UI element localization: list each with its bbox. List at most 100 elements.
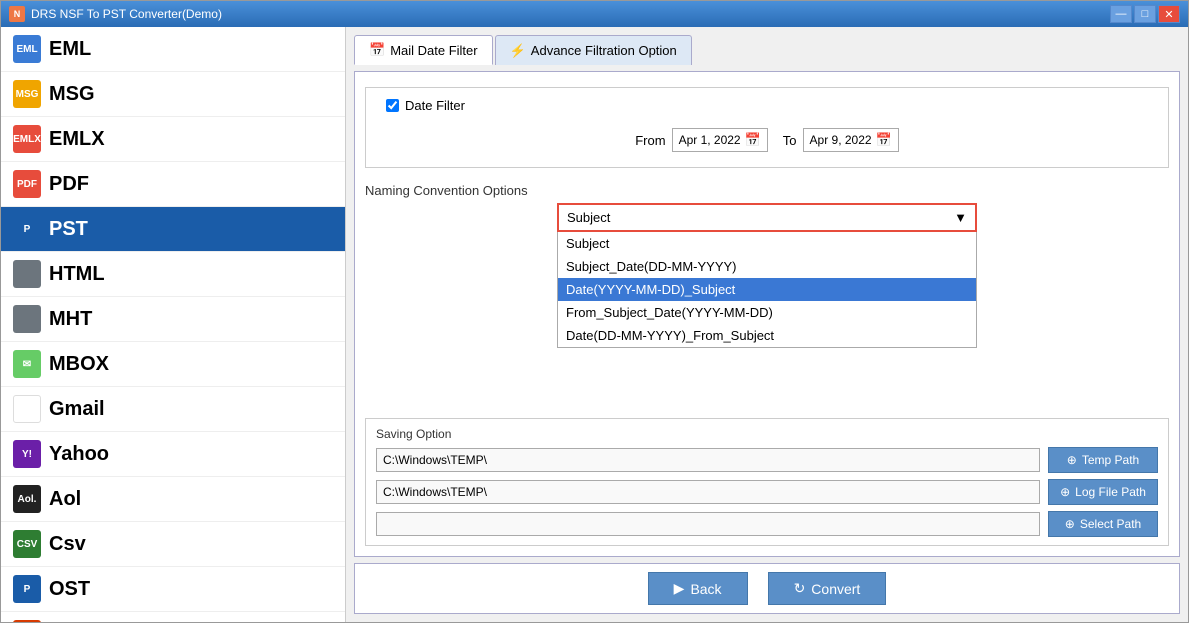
log-file-path-icon: ⊕: [1060, 485, 1070, 499]
to-calendar-icon[interactable]: 📅: [876, 132, 892, 148]
sidebar-label-mbox: MBOX: [49, 353, 109, 376]
saving-option-label: Saving Option: [376, 427, 1158, 441]
naming-dropdown-list: SubjectSubject_Date(DD-MM-YYYY)Date(YYYY…: [557, 232, 977, 348]
sidebar-item-mht[interactable]: MHT: [1, 297, 345, 342]
sidebar-item-pdf[interactable]: PDF PDF: [1, 162, 345, 207]
right-panel: 📅 Mail Date Filter ⚡ Advance Filtration Opt…: [346, 27, 1188, 622]
naming-option-Date-YYYY-MM-DD--Subject[interactable]: Date(YYYY-MM-DD)_Subject: [558, 278, 976, 301]
advance-filtration-tab-label: Advance Filtration Option: [531, 43, 677, 58]
naming-option-Subject[interactable]: Subject: [558, 232, 976, 255]
select-path-button[interactable]: ⊕ Select Path: [1048, 511, 1158, 537]
log-file-path-button[interactable]: ⊕ Log File Path: [1048, 479, 1158, 505]
sidebar-item-msg[interactable]: MSG MSG: [1, 72, 345, 117]
mbox-icon: ✉: [13, 350, 41, 378]
tab-mail-date-filter[interactable]: 📅 Mail Date Filter: [354, 35, 493, 65]
sidebar-label-pdf: PDF: [49, 173, 89, 196]
convert-icon: ↻: [794, 580, 806, 597]
temp-path-label: Temp Path: [1082, 453, 1139, 467]
naming-dropdown-wrapper: Subject ▼ SubjectSubject_Date(DD-MM-YYYY…: [557, 203, 977, 232]
saving-row-3: ⊕ Select Path: [376, 511, 1158, 537]
sidebar-item-mbox[interactable]: ✉ MBOX: [1, 342, 345, 387]
sidebar-label-eml: EML: [49, 38, 91, 61]
from-date-value: Apr 1, 2022: [679, 133, 741, 147]
sidebar-label-html: HTML: [49, 263, 105, 286]
sidebar-item-ost[interactable]: P OST: [1, 567, 345, 612]
back-label: Back: [690, 581, 721, 597]
mail-date-filter-tab-label: Mail Date Filter: [390, 43, 477, 58]
sidebar-item-gmail[interactable]: G Gmail: [1, 387, 345, 432]
pdf-icon: PDF: [13, 170, 41, 198]
date-row: From Apr 1, 2022 📅 To Apr 9, 2022 📅: [386, 128, 1148, 152]
sidebar-label-mht: MHT: [49, 308, 92, 331]
sidebar-label-aol: Aol: [49, 488, 81, 511]
naming-option-Subject-Date-DD-MM-YYYY-[interactable]: Subject_Date(DD-MM-YYYY): [558, 255, 976, 278]
bottom-bar: ▶ Back ↻ Convert: [354, 563, 1180, 614]
mht-icon: [13, 305, 41, 333]
naming-selected-value: Subject: [567, 210, 610, 225]
sidebar-item-yahoo[interactable]: Y! Yahoo: [1, 432, 345, 477]
msg-icon: MSG: [13, 80, 41, 108]
sidebar-item-aol[interactable]: Aol. Aol: [1, 477, 345, 522]
sidebar-label-gmail: Gmail: [49, 398, 105, 421]
saving-row-1: ⊕ Temp Path: [376, 447, 1158, 473]
naming-option-From-Subject-Date-YYYY-MM-DD-[interactable]: From_Subject_Date(YYYY-MM-DD): [558, 301, 976, 324]
sidebar-item-csv[interactable]: CSV Csv: [1, 522, 345, 567]
sidebar-label-csv: Csv: [49, 533, 86, 556]
to-label: To: [783, 133, 797, 148]
from-date-input[interactable]: Apr 1, 2022 📅: [672, 128, 768, 152]
sidebar-label-pst: PST: [49, 218, 88, 241]
minimize-button[interactable]: —: [1110, 5, 1132, 23]
back-button[interactable]: ▶ Back: [648, 572, 748, 605]
date-filter-checkbox[interactable]: [386, 99, 399, 112]
back-icon: ▶: [674, 580, 685, 597]
select-path-input[interactable]: [376, 512, 1040, 536]
select-path-icon: ⊕: [1065, 517, 1075, 531]
saving-option-section: Saving Option ⊕ Temp Path ⊕: [365, 418, 1169, 546]
gmail-icon: G: [13, 395, 41, 423]
sidebar-label-yahoo: Yahoo: [49, 443, 109, 466]
main-content: EML EML MSG MSG EMLX EMLX PDF PDF P PST …: [1, 27, 1188, 622]
tab-advance-filtration[interactable]: ⚡ Advance Filtration Option: [495, 35, 692, 65]
sidebar-item-pst[interactable]: P PST: [1, 207, 345, 252]
naming-option-Date-DD-MM-YYYY--From-Subject[interactable]: Date(DD-MM-YYYY)_From_Subject: [558, 324, 976, 347]
main-window: N DRS NSF To PST Converter(Demo) — □ ✕ E…: [0, 0, 1189, 623]
to-date-group: To Apr 9, 2022 📅: [783, 128, 899, 152]
naming-dropdown-selected[interactable]: Subject ▼: [557, 203, 977, 232]
sidebar-item-html[interactable]: HTML: [1, 252, 345, 297]
office365-icon: O: [13, 620, 41, 622]
from-date-group: From Apr 1, 2022 📅: [635, 128, 768, 152]
sidebar-item-emlx[interactable]: EMLX EMLX: [1, 117, 345, 162]
temp-path-icon: ⊕: [1067, 453, 1077, 467]
temp-path-input[interactable]: [376, 448, 1040, 472]
csv-icon: CSV: [13, 530, 41, 558]
app-icon: N: [9, 6, 25, 22]
convert-button[interactable]: ↻ Convert: [768, 572, 887, 605]
yahoo-icon: Y!: [13, 440, 41, 468]
html-icon: [13, 260, 41, 288]
log-file-path-input[interactable]: [376, 480, 1040, 504]
convert-label: Convert: [811, 581, 860, 597]
close-button[interactable]: ✕: [1158, 5, 1180, 23]
sidebar-label-msg: MSG: [49, 83, 95, 106]
sidebar-item-eml[interactable]: EML EML: [1, 27, 345, 72]
pst-icon: P: [13, 215, 41, 243]
ost-icon: P: [13, 575, 41, 603]
title-bar-left: N DRS NSF To PST Converter(Demo): [9, 6, 222, 22]
sidebar: EML EML MSG MSG EMLX EMLX PDF PDF P PST …: [1, 27, 346, 622]
sidebar-item-office365[interactable]: O Office 365: [1, 612, 345, 622]
title-bar-buttons: — □ ✕: [1110, 5, 1180, 23]
naming-convention-label: Naming Convention Options: [365, 183, 1169, 198]
advance-filtration-tab-icon: ⚡: [510, 43, 526, 59]
eml-icon: EML: [13, 35, 41, 63]
to-date-value: Apr 9, 2022: [810, 133, 872, 147]
saving-row-2: ⊕ Log File Path: [376, 479, 1158, 505]
window-title: DRS NSF To PST Converter(Demo): [31, 7, 222, 21]
to-date-input[interactable]: Apr 9, 2022 📅: [803, 128, 899, 152]
temp-path-button[interactable]: ⊕ Temp Path: [1048, 447, 1158, 473]
maximize-button[interactable]: □: [1134, 5, 1156, 23]
title-bar: N DRS NSF To PST Converter(Demo) — □ ✕: [1, 1, 1188, 27]
from-calendar-icon[interactable]: 📅: [745, 132, 761, 148]
select-path-label: Select Path: [1080, 517, 1141, 531]
mail-date-filter-tab-icon: 📅: [369, 42, 385, 58]
tab-bar: 📅 Mail Date Filter ⚡ Advance Filtration Opt…: [354, 35, 1180, 65]
